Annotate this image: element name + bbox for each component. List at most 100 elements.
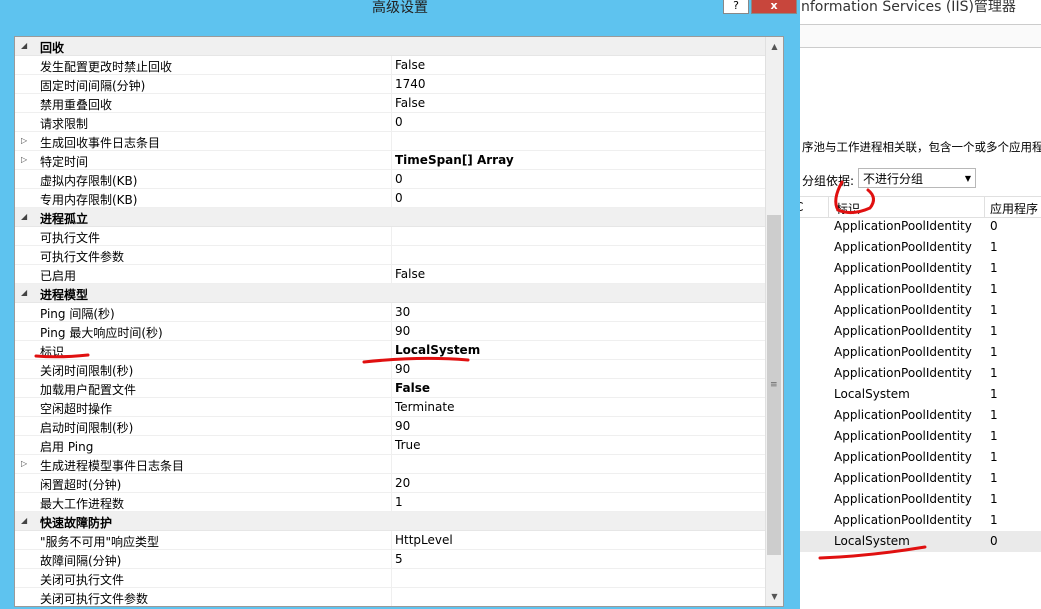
property-category[interactable]: ◢ 进程孤立 [15, 208, 765, 227]
pool-row[interactable]: LocalSystem 1 [800, 384, 1041, 405]
property-row[interactable]: 关闭可执行文件 [15, 569, 765, 588]
pool-row[interactable]: ApplicationPoolIdentity 1 [800, 405, 1041, 426]
group-by-label: 分组依据: [802, 174, 855, 188]
property-value[interactable]: 30 [395, 305, 410, 319]
property-value[interactable]: 90 [395, 362, 410, 376]
property-name: 特定时间 [40, 155, 89, 169]
property-row[interactable]: 闲置超时(分钟) 20 [15, 474, 765, 493]
pool-row[interactable]: ApplicationPoolIdentity 1 [800, 300, 1041, 321]
pool-row[interactable]: ApplicationPoolIdentity 0 [800, 216, 1041, 237]
property-row[interactable]: 关闭可执行文件参数 [15, 588, 765, 606]
property-value[interactable]: Terminate [395, 400, 454, 414]
scrollbar-thumb[interactable]: ≡ [767, 215, 781, 555]
pool-row[interactable]: ApplicationPoolIdentity 1 [800, 468, 1041, 489]
pool-row[interactable]: ApplicationPoolIdentity 1 [800, 342, 1041, 363]
property-row[interactable]: Ping 间隔(秒) 30 [15, 303, 765, 322]
pool-row[interactable]: ApplicationPoolIdentity 1 [800, 258, 1041, 279]
property-row[interactable]: 虚拟内存限制(KB) 0 [15, 170, 765, 189]
scroll-down-icon[interactable]: ▼ [766, 588, 783, 605]
property-row[interactable]: 启用 Ping True [15, 436, 765, 455]
property-value[interactable]: False [395, 58, 425, 72]
property-row[interactable]: 固定时间间隔(分钟) 1740 [15, 75, 765, 94]
help-button[interactable]: ? [723, 0, 749, 14]
property-value[interactable]: 0 [395, 172, 403, 186]
property-row[interactable]: 关闭时间限制(秒) 90 [15, 360, 765, 379]
pool-row[interactable]: ApplicationPoolIdentity 1 [800, 237, 1041, 258]
pool-row[interactable]: ApplicationPoolIdentity 1 [800, 510, 1041, 531]
collapse-triangle-icon[interactable]: ◢ [21, 211, 31, 223]
group-by-select[interactable]: 不进行分组 ▼ [858, 168, 976, 188]
category-label: 进程孤立 [40, 212, 89, 226]
property-value[interactable]: True [395, 438, 421, 452]
property-row[interactable]: "服务不可用"响应类型 HttpLevel [15, 531, 765, 550]
property-row[interactable]: 专用内存限制(KB) 0 [15, 189, 765, 208]
pool-identity: ApplicationPoolIdentity [834, 345, 972, 359]
column-header-status[interactable]: C [800, 200, 803, 214]
property-row[interactable]: Ping 最大响应时间(秒) 90 [15, 322, 765, 341]
pool-identity: ApplicationPoolIdentity [834, 450, 972, 464]
pool-row[interactable]: LocalSystem 0 [800, 531, 1041, 552]
property-value[interactable]: 5 [395, 552, 403, 566]
pool-row[interactable]: ApplicationPoolIdentity 1 [800, 363, 1041, 384]
address-bar[interactable] [800, 24, 1041, 48]
iis-manager-title: nformation Services (IIS)管理器 [800, 0, 1041, 22]
property-category[interactable]: ◢ 回收 [15, 37, 765, 56]
property-row[interactable]: 最大工作进程数 1 [15, 493, 765, 512]
pool-identity: ApplicationPoolIdentity [834, 408, 972, 422]
pool-identity: ApplicationPoolIdentity [834, 366, 972, 380]
property-row[interactable]: ▷ 特定时间 TimeSpan[] Array [15, 151, 765, 170]
property-row[interactable]: 已启用 False [15, 265, 765, 284]
property-row[interactable]: 加载用户配置文件 False [15, 379, 765, 398]
property-value[interactable]: LocalSystem [395, 343, 480, 357]
property-value[interactable]: 90 [395, 419, 410, 433]
pool-app-count: 0 [990, 219, 998, 233]
property-row[interactable]: ▷ 生成进程模型事件日志条目 [15, 455, 765, 474]
iis-manager-window: nformation Services (IIS)管理器 序池与工作进程相关联，… [800, 0, 1041, 609]
collapse-triangle-icon[interactable]: ◢ [21, 515, 31, 527]
collapse-triangle-icon[interactable]: ◢ [21, 40, 31, 52]
scroll-up-icon[interactable]: ▲ [766, 38, 783, 55]
property-name: 发生配置更改时禁止回收 [40, 60, 173, 74]
property-row[interactable]: 可执行文件 [15, 227, 765, 246]
property-value[interactable]: 20 [395, 476, 410, 490]
property-value[interactable]: HttpLevel [395, 533, 453, 547]
property-value[interactable]: TimeSpan[] Array [395, 153, 514, 167]
property-row[interactable]: 可执行文件参数 [15, 246, 765, 265]
pool-app-count: 1 [990, 471, 998, 485]
property-value[interactable]: 1740 [395, 77, 426, 91]
pool-row[interactable]: ApplicationPoolIdentity 1 [800, 279, 1041, 300]
property-row[interactable]: 空闲超时操作 Terminate [15, 398, 765, 417]
property-name: 闲置超时(分钟) [40, 478, 122, 492]
property-row[interactable]: 发生配置更改时禁止回收 False [15, 56, 765, 75]
property-value[interactable]: False [395, 267, 425, 281]
pool-row[interactable]: ApplicationPoolIdentity 1 [800, 489, 1041, 510]
vertical-scrollbar[interactable]: ▲ ≡ ▼ [765, 37, 783, 606]
property-value[interactable]: False [395, 381, 430, 395]
property-row[interactable]: 故障间隔(分钟) 5 [15, 550, 765, 569]
property-name: 关闭时间限制(秒) [40, 364, 134, 378]
property-category[interactable]: ◢ 进程模型 [15, 284, 765, 303]
property-value[interactable]: 1 [395, 495, 403, 509]
property-value[interactable]: 90 [395, 324, 410, 338]
property-row[interactable]: 标识 LocalSystem [15, 341, 765, 360]
close-button[interactable]: x [751, 0, 797, 14]
expand-triangle-icon[interactable]: ▷ [21, 154, 31, 166]
column-header-identity[interactable]: 标识 [836, 200, 860, 217]
pool-app-count: 1 [990, 492, 998, 506]
column-header-applications[interactable]: 应用程序 [990, 200, 1038, 217]
pool-row[interactable]: ApplicationPoolIdentity 1 [800, 321, 1041, 342]
property-value[interactable]: 0 [395, 191, 403, 205]
expand-triangle-icon[interactable]: ▷ [21, 458, 31, 470]
pool-row[interactable]: ApplicationPoolIdentity 1 [800, 426, 1041, 447]
pool-row[interactable]: ApplicationPoolIdentity 1 [800, 447, 1041, 468]
property-row[interactable]: 启动时间限制(秒) 90 [15, 417, 765, 436]
property-category[interactable]: ◢ 快速故障防护 [15, 512, 765, 531]
property-row[interactable]: 请求限制 0 [15, 113, 765, 132]
property-row[interactable]: ▷ 生成回收事件日志条目 [15, 132, 765, 151]
expand-triangle-icon[interactable]: ▷ [21, 135, 31, 147]
property-row[interactable]: 禁用重叠回收 False [15, 94, 765, 113]
collapse-triangle-icon[interactable]: ◢ [21, 287, 31, 299]
property-value[interactable]: False [395, 96, 425, 110]
property-value[interactable]: 0 [395, 115, 403, 129]
pool-identity: ApplicationPoolIdentity [834, 429, 972, 443]
